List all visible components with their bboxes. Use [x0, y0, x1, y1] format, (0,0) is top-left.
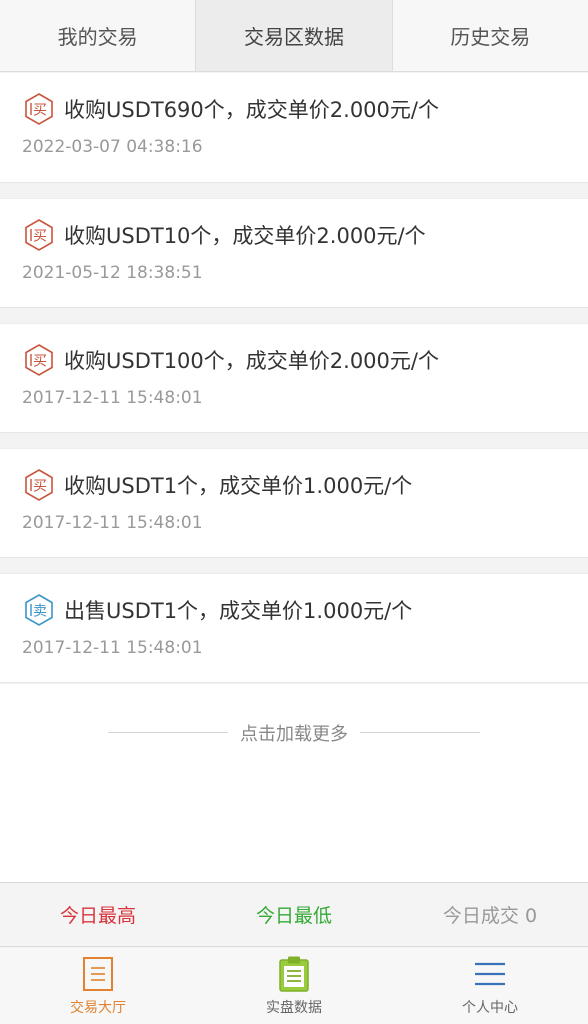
list-item[interactable]: 买 收购USDT690个，成交单价2.000元/个 2022-03-07 04:…: [0, 73, 588, 183]
load-more-label: 点击加载更多: [240, 723, 348, 745]
sell-badge-icon: 卖: [25, 594, 53, 626]
record-text: 收购USDT1个，成交单价1.000元/个: [64, 474, 413, 498]
record-text: 收购USDT10个，成交单价2.000元/个: [64, 224, 426, 248]
buy-badge-icon: 买: [25, 93, 53, 125]
svg-text:卖: 卖: [33, 604, 47, 620]
nav-label: 实盘数据: [266, 999, 322, 1016]
record-time: 2022-03-07 04:38:16: [22, 137, 203, 157]
svg-text:买: 买: [33, 354, 47, 370]
today-volume: 今日成交 0: [442, 905, 538, 927]
divider-line: [360, 732, 480, 733]
record-text: 收购USDT690个，成交单价2.000元/个: [64, 98, 439, 122]
list-item[interactable]: 买 收购USDT10个，成交单价2.000元/个 2021-05-12 18:3…: [0, 198, 588, 308]
nav-label: 交易大厅: [70, 999, 126, 1016]
buy-badge-icon: 买: [25, 344, 53, 376]
svg-text:买: 买: [33, 103, 47, 119]
clipboard-icon: [279, 956, 309, 992]
today-high: 今日最高: [59, 905, 136, 927]
record-time: 2017-12-11 15:48:01: [22, 388, 203, 408]
tab-market-data[interactable]: 交易区数据: [196, 0, 393, 71]
document-icon: [83, 956, 113, 991]
list-item[interactable]: 买 收购USDT100个，成交单价2.000元/个 2017-12-11 15:…: [0, 323, 588, 433]
divider-line: [108, 732, 228, 733]
top-tabs: 我的交易 交易区数据 历史交易: [0, 0, 588, 72]
list-item[interactable]: 卖 出售USDT1个，成交单价1.000元/个 2017-12-11 15:48…: [0, 573, 588, 683]
menu-icon: [475, 962, 505, 985]
record-time: 2021-05-12 18:38:51: [22, 263, 203, 283]
record-text: 出售USDT1个，成交单价1.000元/个: [64, 599, 413, 623]
tab-my-trades[interactable]: 我的交易: [0, 0, 197, 71]
bottom-nav: 交易大厅 实盘数据 个人中心: [0, 947, 588, 1024]
nav-label: 个人中心: [462, 999, 518, 1016]
load-more[interactable]: 点击加载更多: [0, 700, 588, 765]
svg-text:买: 买: [33, 229, 47, 245]
buy-badge-icon: 买: [25, 469, 53, 501]
svg-text:买: 买: [33, 479, 47, 495]
nav-profile[interactable]: 个人中心: [392, 947, 588, 1024]
tab-history[interactable]: 历史交易: [393, 0, 588, 71]
today-stats-bar: 今日最高 今日最低 今日成交 0: [0, 882, 588, 947]
today-low: 今日最低: [255, 905, 332, 927]
buy-badge-icon: 买: [25, 219, 53, 251]
list-item[interactable]: 买 收购USDT1个，成交单价1.000元/个 2017-12-11 15:48…: [0, 448, 588, 558]
nav-live-data[interactable]: 实盘数据: [196, 947, 392, 1024]
trade-record-list: 买 收购USDT690个，成交单价2.000元/个 2022-03-07 04:…: [0, 73, 588, 698]
record-text: 收购USDT100个，成交单价2.000元/个: [64, 349, 439, 373]
record-time: 2017-12-11 15:48:01: [22, 638, 203, 658]
nav-trading-hall[interactable]: 交易大厅: [0, 947, 196, 1024]
record-time: 2017-12-11 15:48:01: [22, 513, 203, 533]
